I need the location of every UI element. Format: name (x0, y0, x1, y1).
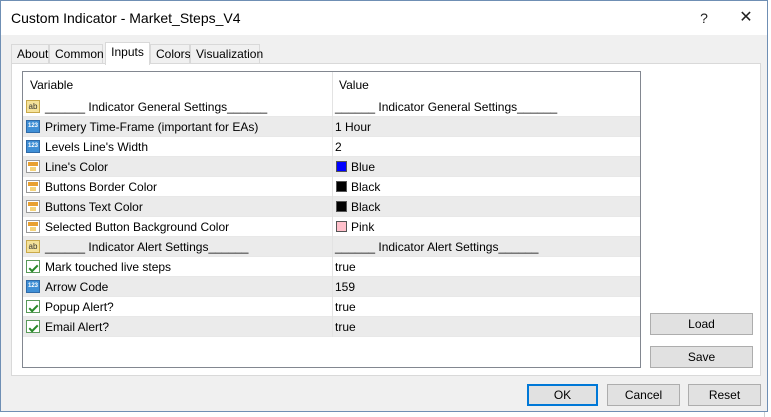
tab-visualization[interactable]: Visualization (190, 44, 263, 63)
variable-name: ______ Indicator General Settings______ (45, 100, 268, 114)
variable-name: Levels Line's Width (45, 140, 149, 154)
tab-about[interactable]: About (11, 44, 49, 63)
variable-name: Line's Color (45, 160, 108, 174)
help-button[interactable]: ? (689, 7, 719, 29)
color-swatch[interactable] (336, 161, 347, 172)
color-swatch[interactable] (336, 221, 347, 232)
color-swatch[interactable] (336, 201, 347, 212)
indicator-dialog: Custom Indicator - Market_Steps_V4 ? ✕ A… (0, 0, 768, 412)
close-icon[interactable]: ✕ (731, 7, 761, 29)
window-title: Custom Indicator - Market_Steps_V4 (11, 10, 241, 26)
variable-value[interactable]: true (335, 317, 356, 337)
text-type-icon: ab (26, 240, 40, 253)
variable-name: Buttons Border Color (45, 180, 158, 194)
tab-common[interactable]: Common (49, 44, 104, 63)
variable-value[interactable]: Blue (351, 157, 375, 177)
variable-name: Selected Button Background Color (45, 220, 230, 234)
number-type-icon: 123 (26, 280, 40, 293)
color-type-icon (26, 180, 40, 193)
variable-name: ______ Indicator Alert Settings______ (45, 240, 249, 254)
variable-value[interactable]: 2 (335, 137, 342, 157)
column-header-variable[interactable]: Variable (23, 72, 332, 97)
color-type-icon (26, 160, 40, 173)
variable-name: Email Alert? (45, 320, 110, 334)
variable-value[interactable]: Black (351, 177, 380, 197)
tab-colors[interactable]: Colors (150, 44, 191, 63)
variable-name: Arrow Code (45, 280, 109, 294)
number-type-icon: 123 (26, 120, 40, 133)
text-type-icon: ab (26, 100, 40, 113)
column-divider (332, 72, 333, 337)
column-header-value[interactable]: Value (332, 72, 640, 97)
load-button[interactable]: Load (650, 313, 753, 335)
color-type-icon (26, 200, 40, 213)
variable-name: Buttons Text Color (45, 200, 143, 214)
tab-inputs[interactable]: Inputs (105, 42, 150, 65)
title-bar: Custom Indicator - Market_Steps_V4 ? ✕ (1, 1, 767, 35)
variable-value[interactable]: true (335, 257, 356, 277)
variable-name: Mark touched live steps (45, 260, 172, 274)
variable-value[interactable]: Black (351, 197, 380, 217)
variable-name: Primery Time-Frame (important for EAs) (45, 120, 259, 134)
color-type-icon (26, 220, 40, 233)
variable-value[interactable]: 1 Hour (335, 117, 371, 137)
variable-value[interactable]: ______ Indicator Alert Settings______ (335, 237, 538, 257)
color-swatch[interactable] (336, 181, 347, 192)
boolean-type-icon (26, 320, 40, 333)
save-button[interactable]: Save (650, 346, 753, 368)
reset-button[interactable]: Reset (688, 384, 761, 406)
inputs-grid[interactable]: Variable Value ab ______ Indicator Genera… (22, 71, 641, 368)
cancel-button[interactable]: Cancel (607, 384, 680, 406)
variable-value[interactable]: true (335, 297, 356, 317)
boolean-type-icon (26, 260, 40, 273)
variable-value[interactable]: ______ Indicator General Settings______ (335, 97, 557, 117)
boolean-type-icon (26, 300, 40, 313)
number-type-icon: 123 (26, 140, 40, 153)
ok-button[interactable]: OK (527, 384, 598, 406)
variable-name: Popup Alert? (45, 300, 114, 314)
variable-value[interactable]: 159 (335, 277, 355, 297)
variable-value[interactable]: Pink (351, 217, 374, 237)
